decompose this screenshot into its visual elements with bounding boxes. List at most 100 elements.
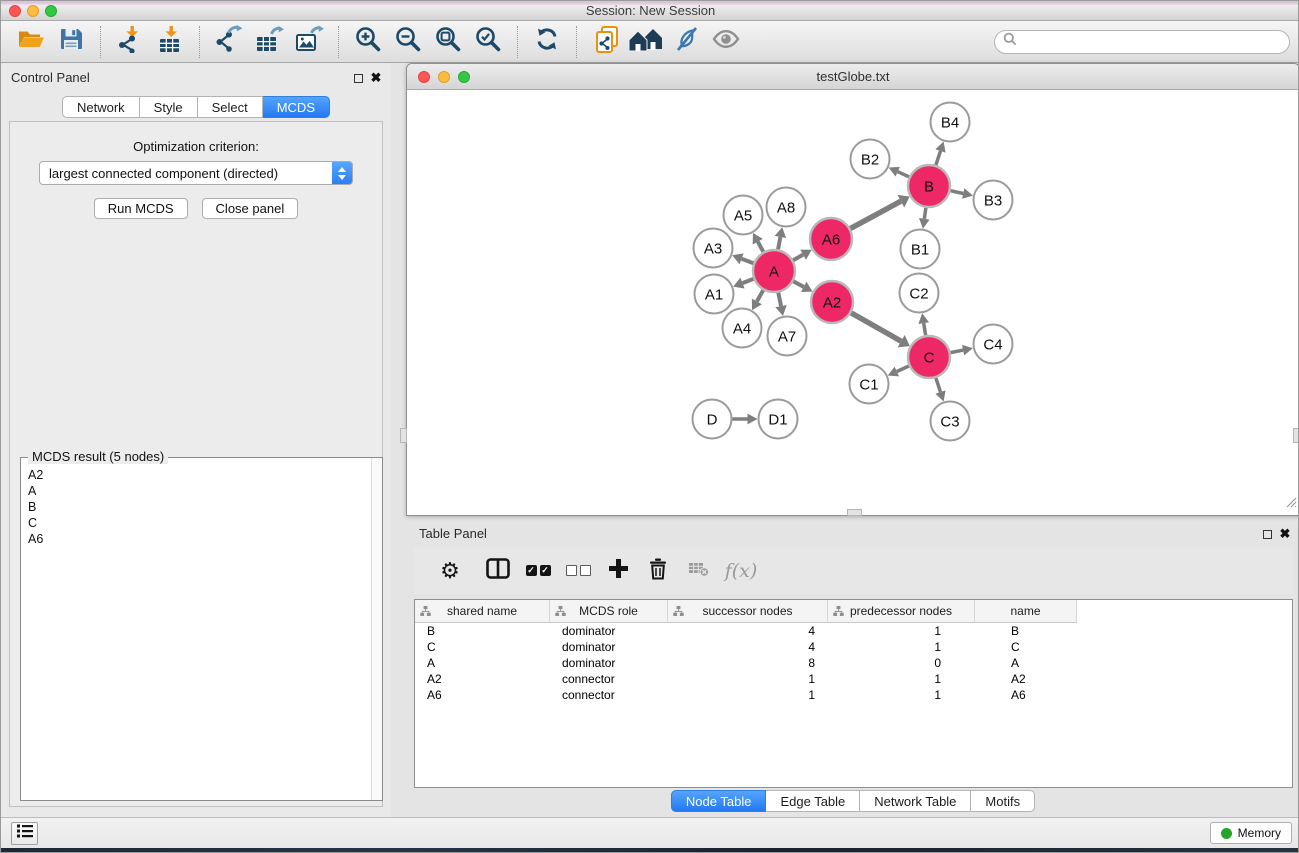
graph-node-C1[interactable]: C1 — [850, 365, 889, 404]
graph-node-C2[interactable]: C2 — [900, 274, 939, 313]
table-cell[interactable]: A6 — [975, 687, 1077, 703]
export-network-button[interactable] — [211, 24, 247, 60]
graph-edge-A-A6[interactable] — [793, 250, 812, 261]
table-row[interactable]: Cdominator41C — [415, 639, 1292, 655]
tab-select[interactable]: Select — [198, 96, 263, 118]
tab-network-table[interactable]: Network Table — [860, 790, 971, 812]
graph-node-A5[interactable]: A5 — [724, 196, 763, 235]
table-cell[interactable]: C — [975, 639, 1077, 655]
table-cell[interactable]: A2 — [415, 671, 550, 687]
minimize-window-button[interactable] — [27, 5, 39, 17]
zoom-window-button[interactable] — [45, 5, 57, 17]
column-header-name[interactable]: name — [975, 600, 1077, 623]
tab-motifs[interactable]: Motifs — [971, 790, 1035, 812]
table-cell[interactable]: 4 — [668, 639, 828, 655]
table-cell[interactable]: A6 — [415, 687, 550, 703]
graph-edge-C-C2[interactable] — [918, 313, 929, 335]
refresh-layout-button[interactable] — [529, 24, 565, 60]
graph-edge-A-A1[interactable] — [733, 278, 753, 289]
graph-node-B2[interactable]: B2 — [851, 140, 890, 179]
toggle-table-mode-button[interactable] — [478, 551, 518, 591]
table-cell[interactable]: dominator — [550, 655, 668, 671]
table-cell[interactable]: 1 — [668, 687, 828, 703]
graph-edge-C-C4[interactable] — [951, 345, 973, 355]
tab-mcds[interactable]: MCDS — [263, 96, 330, 118]
graph-node-D1[interactable]: D1 — [759, 400, 798, 439]
delete-column-button[interactable] — [638, 551, 678, 591]
table-settings-button[interactable]: ⚙ — [430, 551, 470, 591]
zoom-in-button[interactable] — [350, 24, 386, 60]
graph-node-B3[interactable]: B3 — [974, 181, 1013, 220]
table-cell[interactable]: 1 — [828, 639, 975, 655]
graph-node-C3[interactable]: C3 — [931, 402, 970, 441]
graph-edge-A-A4[interactable] — [752, 290, 763, 310]
graph-node-D[interactable]: D — [693, 400, 732, 439]
table-row[interactable]: A6connector11A6 — [415, 687, 1292, 703]
function-builder-button[interactable]: f(x) — [718, 551, 758, 591]
table-cell[interactable]: 1 — [828, 671, 975, 687]
task-history-button[interactable] — [11, 822, 38, 845]
result-item[interactable]: A2 — [28, 467, 370, 483]
resize-grip-icon[interactable] — [1285, 495, 1297, 513]
table-cell[interactable]: 1 — [828, 687, 975, 703]
run-mcds-button[interactable]: Run MCDS — [94, 198, 188, 219]
table-cell[interactable]: A — [975, 655, 1077, 671]
birdseye-view-button[interactable] — [708, 24, 744, 60]
graph-edge-A-A2[interactable] — [793, 281, 812, 292]
splitter-handle[interactable] — [1293, 428, 1299, 443]
export-image-button[interactable] — [291, 24, 327, 60]
splitter-handle[interactable] — [400, 428, 407, 443]
search-field[interactable] — [994, 30, 1290, 54]
import-table-button[interactable] — [152, 24, 188, 60]
table-cell[interactable]: dominator — [550, 623, 668, 639]
delete-table-button[interactable] — [678, 551, 718, 591]
result-item[interactable]: A6 — [28, 531, 370, 547]
table-cell[interactable]: connector — [550, 671, 668, 687]
result-scrollbar[interactable] — [371, 458, 382, 800]
table-cell[interactable]: 1 — [828, 623, 975, 639]
table-cell[interactable]: connector — [550, 687, 668, 703]
graph-node-A6[interactable]: A6 — [810, 218, 852, 260]
graph-node-B1[interactable]: B1 — [901, 230, 940, 269]
graph-node-A4[interactable]: A4 — [723, 309, 762, 348]
save-session-button[interactable] — [53, 24, 89, 60]
close-panel-icon[interactable]: ✖ — [1278, 527, 1292, 541]
graph-node-A7[interactable]: A7 — [768, 317, 807, 356]
splitter-handle[interactable] — [847, 509, 862, 516]
graph-edge-A6-B[interactable] — [850, 195, 909, 229]
table-cell[interactable]: C — [415, 639, 550, 655]
table-cell[interactable]: B — [415, 623, 550, 639]
zoom-selected-button[interactable] — [470, 24, 506, 60]
graph-node-A2[interactable]: A2 — [811, 281, 853, 323]
graph-edge-A-A8[interactable] — [775, 227, 786, 249]
table-row[interactable]: Adominator80A — [415, 655, 1292, 671]
graph-edge-B-B1[interactable] — [919, 208, 930, 229]
table-cell[interactable]: 0 — [828, 655, 975, 671]
close-panel-icon[interactable]: ✖ — [369, 71, 383, 85]
zoom-out-button[interactable] — [390, 24, 426, 60]
column-header-shared-name[interactable]: shared name — [415, 600, 550, 623]
tab-style[interactable]: Style — [140, 96, 198, 118]
optimization-criterion-dropdown[interactable]: largest connected component (directed) — [39, 161, 353, 185]
graph-edge-B-B3[interactable] — [950, 188, 972, 198]
search-input[interactable] — [1022, 33, 1289, 51]
result-item[interactable]: A — [28, 483, 370, 499]
graph-edge-A-A5[interactable] — [753, 233, 764, 252]
graph-edge-C-C1[interactable] — [888, 366, 909, 376]
memory-button[interactable]: Memory — [1210, 822, 1292, 844]
result-item[interactable]: C — [28, 515, 370, 531]
graph-node-A8[interactable]: A8 — [767, 188, 806, 227]
graph-edge-A-A7[interactable] — [775, 293, 786, 316]
table-row[interactable]: Bdominator41B — [415, 623, 1292, 639]
graph-node-B[interactable]: B — [908, 165, 950, 207]
graph-node-C[interactable]: C — [908, 336, 950, 378]
float-panel-icon[interactable] — [1260, 527, 1274, 541]
graph-edge-D-D1[interactable] — [733, 414, 758, 425]
network-window-titlebar[interactable]: testGlobe.txt — [407, 64, 1299, 90]
column-header-predecessor-nodes[interactable]: predecessor nodes — [828, 600, 975, 623]
table-cell[interactable]: dominator — [550, 639, 668, 655]
table-cell[interactable]: 4 — [668, 623, 828, 639]
graph-edge-B-B2[interactable] — [889, 167, 909, 177]
table-cell[interactable]: B — [975, 623, 1077, 639]
result-item[interactable]: B — [28, 499, 370, 515]
